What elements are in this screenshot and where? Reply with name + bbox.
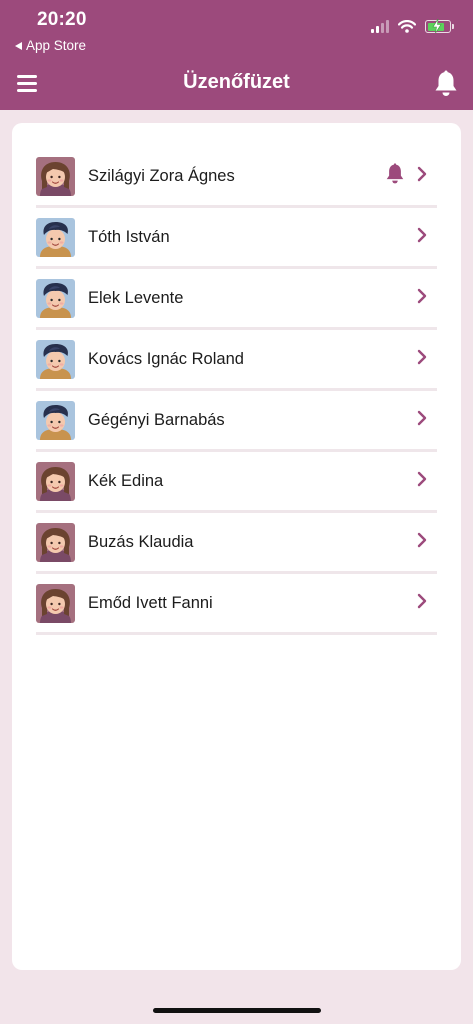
contact-name: Kovács Ignác Roland: [88, 349, 244, 368]
battery-icon: [425, 19, 454, 33]
contact-row[interactable]: Gégényi Barnabás: [36, 391, 437, 452]
girl-avatar: [36, 583, 75, 623]
top-bar: 20:20 App Store Üzenőfüzet: [0, 0, 473, 110]
chevron-right-icon: [417, 593, 427, 614]
chevron-right-icon: [417, 227, 427, 248]
girl-avatar: [36, 156, 75, 196]
cellular-signal-icon: [371, 20, 389, 33]
girl-avatar: [36, 522, 75, 562]
contact-name: Elek Levente: [88, 288, 184, 307]
back-to-app-store[interactable]: App Store: [15, 38, 86, 53]
back-triangle-icon: [15, 41, 22, 50]
chevron-right-icon: [417, 349, 427, 370]
chevron-right-icon: [417, 410, 427, 431]
contact-list: Szilágyi Zora Ágnes Tóth István Elek Lev…: [36, 147, 437, 635]
boy-avatar: [36, 217, 75, 257]
status-icons: [371, 19, 454, 33]
status-time: 20:20: [37, 9, 87, 30]
contact-row[interactable]: Elek Levente: [36, 269, 437, 330]
contacts-card: Szilágyi Zora Ágnes Tóth István Elek Lev…: [12, 123, 461, 970]
chevron-right-icon: [417, 471, 427, 492]
contact-name: Kék Edina: [88, 471, 164, 490]
chevron-right-icon: [417, 166, 427, 187]
contact-name: Szilágyi Zora Ágnes: [88, 166, 235, 185]
contact-name: Tóth István: [88, 227, 170, 246]
boy-avatar: [36, 339, 75, 379]
contact-row[interactable]: Kék Edina: [36, 452, 437, 513]
chevron-right-icon: [417, 532, 427, 553]
contact-name: Gégényi Barnabás: [88, 410, 225, 429]
boy-avatar: [36, 400, 75, 440]
notification-bell-icon: [385, 162, 405, 190]
back-app-label: App Store: [26, 38, 87, 53]
contact-row[interactable]: Kovács Ignác Roland: [36, 330, 437, 391]
page-title: Üzenőfüzet: [183, 71, 290, 93]
wifi-icon: [398, 20, 416, 33]
girl-avatar: [36, 461, 75, 501]
contact-row[interactable]: Szilágyi Zora Ágnes: [36, 147, 437, 208]
home-indicator[interactable]: [153, 1008, 321, 1013]
contact-row[interactable]: Emőd Ivett Fanni: [36, 574, 437, 635]
contact-row[interactable]: Tóth István: [36, 208, 437, 269]
boy-avatar: [36, 278, 75, 318]
contact-name: Emőd Ivett Fanni: [88, 593, 213, 612]
notifications-bell-icon[interactable]: [434, 70, 458, 103]
contact-name: Buzás Klaudia: [88, 532, 194, 551]
chevron-right-icon: [417, 288, 427, 309]
contact-row[interactable]: Buzás Klaudia: [36, 513, 437, 574]
